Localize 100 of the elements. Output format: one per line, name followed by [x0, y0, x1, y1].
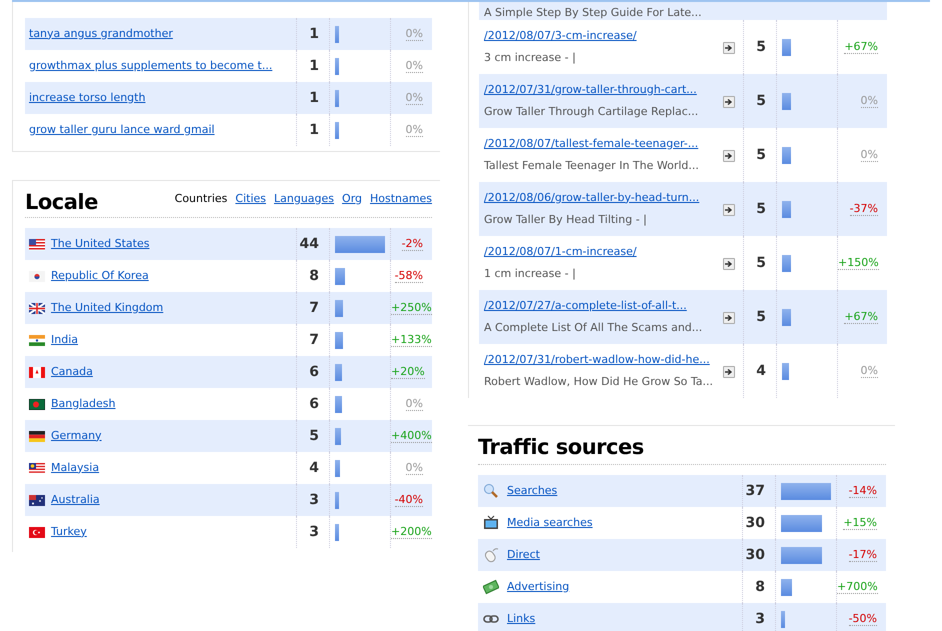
change-percent: +250%: [391, 301, 432, 315]
change-percent: -17%: [848, 548, 877, 562]
visit-count: 8: [755, 578, 765, 596]
tab[interactable]: Languages: [274, 190, 334, 207]
arrow-button[interactable]: [723, 366, 735, 378]
visit-count: 6: [309, 362, 319, 382]
section-title: Locale: [25, 189, 98, 215]
arrow-button[interactable]: [723, 258, 735, 270]
link[interactable]: /2012/08/06/grow-taller-by-head-turn...: [484, 190, 700, 206]
visit-count: 5: [756, 38, 766, 56]
change-percent: 0%: [406, 27, 423, 41]
link[interactable]: grow taller guru lance ward gmail: [29, 122, 215, 138]
flag-icon: [29, 366, 45, 378]
link[interactable]: Australia: [51, 492, 100, 508]
link[interactable]: Canada: [51, 364, 93, 380]
link[interactable]: Malaysia: [51, 460, 100, 476]
link[interactable]: Republic Of Korea: [51, 268, 149, 284]
tab[interactable]: Hostnames: [370, 190, 432, 207]
change-percent: -37%: [850, 202, 878, 216]
change-percent: +200%: [391, 525, 432, 539]
visit-count: 6: [309, 394, 319, 414]
page-title: Robert Wadlow, How Did He Grow So Ta...: [484, 374, 714, 390]
page-title: Grow Taller Through Cartilage Replac...: [484, 104, 700, 120]
page-title: 3 cm increase - |: [484, 50, 577, 66]
visit-count: 3: [755, 610, 765, 628]
tv-icon: [483, 515, 499, 531]
change-percent: +67%: [844, 310, 878, 324]
page-title: Grow Taller By Head Tilting - |: [484, 212, 648, 228]
link[interactable]: Media searches: [507, 514, 593, 532]
link[interactable]: /2012/08/07/3-cm-increase/: [484, 28, 637, 44]
change-percent: +67%: [844, 40, 878, 54]
link[interactable]: /2012/07/31/grow-taller-through-cart...: [484, 82, 697, 98]
change-percent: 0%: [406, 461, 423, 475]
page-title: A Complete List Of All The Scams and...: [484, 320, 704, 336]
link[interactable]: /2012/07/31/robert-wadlow-how-did-he...: [484, 352, 710, 368]
visit-count: 1: [309, 120, 319, 140]
tab[interactable]: Org: [342, 190, 362, 207]
visit-count: 1: [309, 24, 319, 44]
visit-count: 8: [309, 266, 319, 286]
flag-icon: [29, 302, 45, 314]
page-title: 1 cm increase - |: [484, 266, 577, 282]
link[interactable]: Direct: [507, 546, 540, 564]
visit-count: 5: [756, 92, 766, 110]
link[interactable]: /2012/07/27/a-complete-list-of-all-t...: [484, 298, 687, 314]
flag-icon: [29, 494, 45, 506]
link[interactable]: Links: [507, 610, 536, 628]
visit-count: 4: [756, 362, 766, 380]
change-percent: 0%: [860, 94, 878, 108]
arrow-button[interactable]: [723, 150, 735, 162]
change-percent: 0%: [860, 148, 878, 162]
visit-count: 5: [756, 200, 766, 218]
arrow-button[interactable]: [723, 96, 735, 108]
visit-count: 30: [746, 546, 765, 564]
link[interactable]: Bangladesh: [51, 396, 116, 412]
tab[interactable]: Countries: [174, 190, 228, 207]
visit-count: 7: [309, 330, 319, 350]
change-percent: -40%: [394, 493, 423, 507]
change-percent: 0%: [406, 123, 423, 137]
link[interactable]: India: [51, 332, 78, 348]
arrow-button[interactable]: [723, 42, 735, 54]
change-percent: +150%: [838, 256, 879, 270]
visit-count: 4: [309, 458, 319, 478]
flag-icon: [29, 526, 45, 538]
visit-count: 1: [309, 56, 319, 76]
visit-count: 3: [309, 490, 319, 510]
visit-count: 3: [309, 522, 319, 542]
link[interactable]: tanya angus grandmother: [29, 26, 173, 42]
tab[interactable]: Cities: [235, 190, 266, 207]
arrow-button[interactable]: [723, 204, 735, 216]
flag-icon: [29, 398, 45, 410]
link[interactable]: Advertising: [507, 578, 570, 596]
visit-count: 5: [756, 146, 766, 164]
link[interactable]: /2012/08/07/tallest-female-teenager-...: [484, 136, 698, 152]
link[interactable]: Turkey: [51, 524, 87, 540]
change-percent: +400%: [391, 429, 432, 443]
link[interactable]: Searches: [507, 482, 558, 500]
magnifier-icon: [483, 483, 499, 499]
link[interactable]: The United States: [51, 236, 150, 252]
link[interactable]: /2012/08/07/1-cm-increase/: [484, 244, 637, 260]
page-title: Tallest Female Teenager In The World...: [484, 158, 700, 174]
change-percent: +700%: [837, 580, 878, 594]
link[interactable]: Germany: [51, 428, 102, 444]
visit-count: 30: [746, 514, 765, 532]
visit-count: 5: [309, 426, 319, 446]
flag-icon: [29, 270, 45, 282]
change-percent: 0%: [860, 364, 878, 378]
flag-icon: [29, 430, 45, 442]
link[interactable]: increase torso length: [29, 90, 146, 106]
change-percent: +133%: [391, 333, 432, 347]
change-percent: 0%: [406, 59, 423, 73]
page-title: A Simple Step By Step Guide For Late...: [484, 5, 702, 20]
change-percent: +20%: [391, 365, 425, 379]
change-percent: 0%: [406, 397, 423, 411]
link[interactable]: growthmax plus supplements to become t...: [29, 58, 272, 74]
change-percent: -14%: [848, 484, 877, 498]
flag-icon: [29, 334, 45, 346]
link[interactable]: The United Kingdom: [51, 300, 164, 316]
arrow-button[interactable]: [723, 312, 735, 324]
visit-count: 44: [300, 234, 319, 254]
change-percent: 0%: [406, 91, 423, 105]
